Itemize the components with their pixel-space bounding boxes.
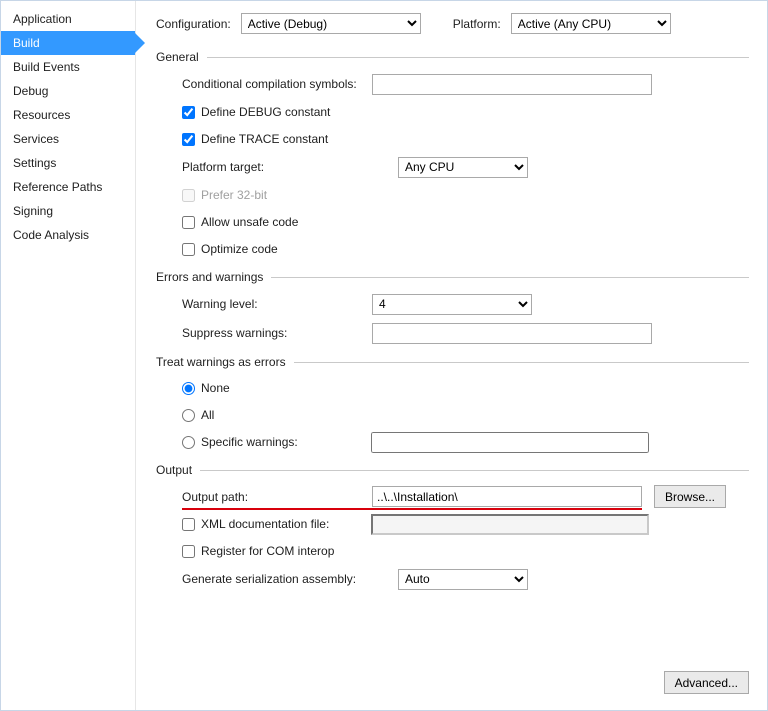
config-platform-row: Configuration: Active (Debug) Platform: …: [156, 13, 749, 34]
allow-unsafe-label: Allow unsafe code: [201, 215, 298, 229]
advanced-button[interactable]: Advanced...: [664, 671, 749, 694]
optimize-code-checkbox[interactable]: [182, 243, 195, 256]
sidebar-item-services[interactable]: Services: [1, 127, 135, 151]
treat-warnings-section: Treat warnings as errors None All Specif…: [156, 355, 749, 453]
suppress-warnings-label: Suppress warnings:: [182, 326, 372, 340]
warning-level-label: Warning level:: [182, 297, 372, 311]
prefer-32bit-checkbox: [182, 189, 195, 202]
sidebar-item-build-events[interactable]: Build Events: [1, 55, 135, 79]
treat-none-label: None: [201, 381, 230, 395]
errors-warnings-title: Errors and warnings: [156, 270, 263, 284]
divider: [207, 57, 749, 58]
xml-doc-checkbox[interactable]: [182, 518, 195, 531]
divider: [271, 277, 749, 278]
com-interop-checkbox[interactable]: [182, 545, 195, 558]
sidebar-item-settings[interactable]: Settings: [1, 151, 135, 175]
treat-all-label: All: [201, 408, 214, 422]
project-properties-page: Application Build Build Events Debug Res…: [0, 0, 768, 711]
errors-warnings-section: Errors and warnings Warning level: 4 Sup…: [156, 270, 749, 345]
treat-warnings-title: Treat warnings as errors: [156, 355, 286, 369]
allow-unsafe-checkbox[interactable]: [182, 216, 195, 229]
sidebar-item-debug[interactable]: Debug: [1, 79, 135, 103]
sidebar: Application Build Build Events Debug Res…: [1, 1, 136, 710]
configuration-label: Configuration:: [156, 17, 231, 31]
treat-specific-input[interactable]: [371, 432, 649, 453]
gen-serialization-select[interactable]: Auto: [398, 569, 528, 590]
com-interop-label: Register for COM interop: [201, 544, 334, 558]
treat-specific-radio[interactable]: [182, 436, 195, 449]
sidebar-item-code-analysis[interactable]: Code Analysis: [1, 223, 135, 247]
output-title: Output: [156, 463, 192, 477]
platform-label: Platform:: [453, 17, 501, 31]
sidebar-item-application[interactable]: Application: [1, 7, 135, 31]
optimize-code-label: Optimize code: [201, 242, 278, 256]
define-debug-label: Define DEBUG constant: [201, 105, 330, 119]
warning-level-select[interactable]: 4: [372, 294, 532, 315]
treat-all-radio[interactable]: [182, 409, 195, 422]
platform-target-label: Platform target:: [182, 160, 372, 174]
treat-specific-label: Specific warnings:: [201, 435, 371, 449]
define-trace-label: Define TRACE constant: [201, 132, 328, 146]
sidebar-item-reference-paths[interactable]: Reference Paths: [1, 175, 135, 199]
sidebar-item-resources[interactable]: Resources: [1, 103, 135, 127]
sidebar-item-signing[interactable]: Signing: [1, 199, 135, 223]
cond-symbols-label: Conditional compilation symbols:: [182, 77, 372, 91]
platform-target-select[interactable]: Any CPU: [398, 157, 528, 178]
general-section: General Conditional compilation symbols:…: [156, 50, 749, 260]
output-path-label: Output path:: [182, 490, 372, 504]
output-section: Output Output path: Browse... XML docume…: [156, 463, 749, 591]
divider: [294, 362, 749, 363]
xml-doc-input: [371, 514, 649, 535]
suppress-warnings-input[interactable]: [372, 323, 652, 344]
general-header: General: [156, 50, 749, 64]
browse-button[interactable]: Browse...: [654, 485, 726, 508]
general-title: General: [156, 50, 199, 64]
output-path-input[interactable]: [372, 486, 642, 507]
gen-serialization-label: Generate serialization assembly:: [182, 572, 372, 586]
xml-doc-label: XML documentation file:: [201, 517, 371, 531]
cond-symbols-input[interactable]: [372, 74, 652, 95]
sidebar-item-build[interactable]: Build: [1, 31, 135, 55]
prefer-32bit-label: Prefer 32-bit: [201, 188, 267, 202]
treat-none-radio[interactable]: [182, 382, 195, 395]
build-settings-panel: Configuration: Active (Debug) Platform: …: [136, 1, 767, 710]
platform-select[interactable]: Active (Any CPU): [511, 13, 671, 34]
define-trace-checkbox[interactable]: [182, 133, 195, 146]
configuration-select[interactable]: Active (Debug): [241, 13, 421, 34]
define-debug-checkbox[interactable]: [182, 106, 195, 119]
divider: [200, 470, 749, 471]
